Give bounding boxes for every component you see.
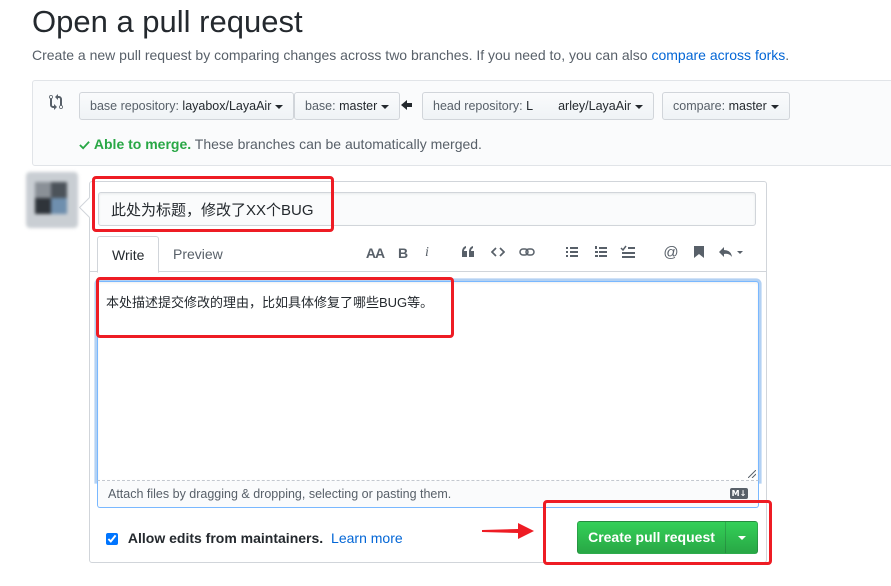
branch-range-editor: base repository: layabox/LayaAir base: m… bbox=[32, 80, 891, 166]
annotation-arrow-icon bbox=[482, 523, 534, 539]
allow-edits-row: Allow edits from maintainers. Learn more bbox=[106, 530, 403, 546]
head-repository-label: head repository: bbox=[433, 99, 523, 113]
git-compare-icon bbox=[49, 94, 63, 110]
base-repository-value: layabox/LayaAir bbox=[182, 99, 272, 113]
tab-preview[interactable]: Preview bbox=[159, 236, 237, 273]
learn-more-link[interactable]: Learn more bbox=[331, 530, 403, 546]
left-arrow-icon bbox=[401, 100, 412, 110]
allow-edits-checkbox[interactable] bbox=[106, 533, 118, 545]
markdown-icon[interactable]: M↓ bbox=[730, 488, 748, 499]
bold-icon[interactable]: B bbox=[392, 243, 414, 263]
page-subtitle: Create a new pull request by comparing c… bbox=[32, 47, 789, 63]
text-size-icon[interactable]: AA bbox=[364, 243, 386, 263]
subtitle-text: Create a new pull request by comparing c… bbox=[32, 47, 648, 63]
attach-files-text: Attach files by dragging & dropping, sel… bbox=[108, 487, 452, 501]
bookmark-icon[interactable] bbox=[688, 243, 710, 263]
base-repository-label: base repository: bbox=[90, 99, 179, 113]
merge-status: Able to merge. These branches can be aut… bbox=[79, 136, 482, 152]
chevron-down-icon bbox=[381, 104, 390, 109]
reply-icon[interactable] bbox=[716, 243, 748, 263]
link-icon[interactable] bbox=[516, 243, 538, 263]
annotation-box-create-button bbox=[543, 500, 772, 565]
annotation-box-body bbox=[96, 277, 454, 338]
compare-across-forks-link[interactable]: compare across forks bbox=[651, 47, 785, 63]
task-list-icon[interactable] bbox=[617, 243, 639, 263]
head-repository-value: L arley/LayaAir bbox=[526, 99, 632, 113]
check-icon bbox=[79, 141, 90, 150]
bulleted-list-icon[interactable] bbox=[561, 243, 583, 263]
head-repository-select[interactable]: head repository: L arley/LayaAir bbox=[422, 92, 655, 120]
page-title: Open a pull request bbox=[32, 4, 303, 39]
base-branch-value: master bbox=[339, 99, 378, 113]
avatar bbox=[26, 172, 78, 228]
chevron-down-icon bbox=[275, 104, 284, 109]
chevron-down-icon bbox=[635, 104, 644, 109]
subtitle-end: . bbox=[785, 47, 790, 63]
resize-handle-icon[interactable] bbox=[748, 470, 756, 478]
compare-branch-select[interactable]: compare: master bbox=[662, 92, 790, 120]
chevron-down-icon bbox=[770, 104, 779, 109]
annotation-box-title bbox=[92, 176, 334, 232]
numbered-list-icon[interactable] bbox=[590, 243, 612, 263]
base-branch-label: base: bbox=[305, 99, 336, 113]
base-branch-select[interactable]: base: master bbox=[294, 92, 401, 120]
code-icon[interactable] bbox=[487, 243, 509, 263]
compare-branch-value: master bbox=[728, 99, 767, 113]
base-repository-select[interactable]: base repository: layabox/LayaAir bbox=[79, 92, 295, 120]
quote-icon[interactable] bbox=[457, 243, 479, 263]
merge-status-ok: Able to merge. bbox=[93, 136, 192, 152]
mention-icon[interactable]: @ bbox=[660, 243, 682, 263]
tab-write[interactable]: Write bbox=[97, 236, 160, 273]
allow-edits-label: Allow edits from maintainers. bbox=[127, 530, 324, 546]
italic-icon[interactable]: i bbox=[416, 243, 438, 263]
compare-branch-label: compare: bbox=[673, 99, 726, 113]
merge-status-text: These branches can be automatically merg… bbox=[194, 136, 482, 152]
